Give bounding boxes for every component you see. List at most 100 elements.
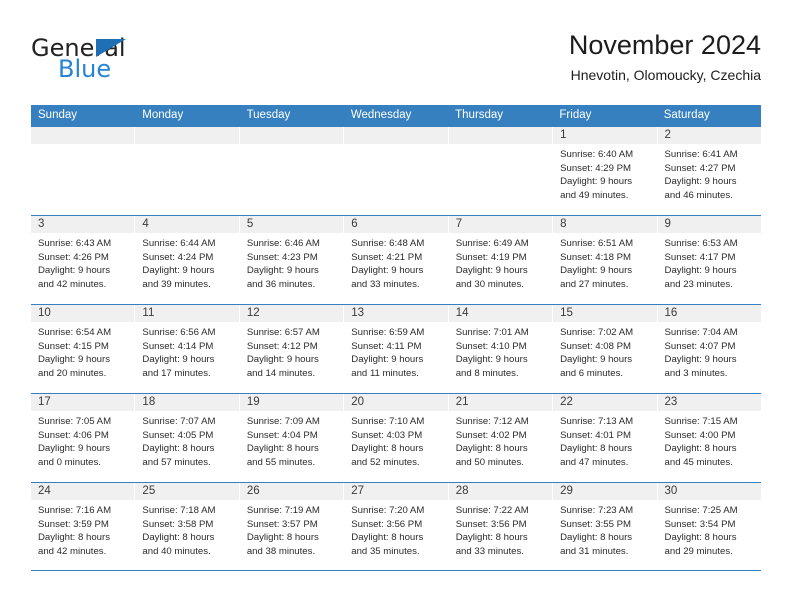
- day-sun-info: Sunrise: 6:53 AM Sunset: 4:17 PM Dayligh…: [664, 238, 738, 290]
- calendar-week-row: 1 Sunrise: 6:40 AM Sunset: 4:29 PM Daylig…: [31, 126, 761, 215]
- weekday-header-row: Sunday Monday Tuesday Wednesday Thursday Frid…: [31, 105, 761, 126]
- day-sun-info: Sunrise: 7:04 AM Sunset: 4:07 PM Dayligh…: [664, 327, 738, 379]
- day-sun-info: Sunrise: 7:23 AM Sunset: 3:55 PM Dayligh…: [560, 505, 634, 557]
- calendar-page: General Blue November 2024 Hnevotin, Olo…: [0, 0, 792, 612]
- title-block: November 2024 Hnevotin, Olomoucky, Czech…: [569, 28, 761, 86]
- day-sun-info: Sunrise: 7:10 AM Sunset: 4:03 PM Dayligh…: [351, 416, 425, 468]
- calendar-day-cell-empty: [135, 127, 240, 215]
- calendar-day-cell[interactable]: 29 Sunrise: 7:23 AM Sunset: 3:55 PM Dayli…: [553, 483, 658, 570]
- day-sun-info: Sunrise: 6:49 AM Sunset: 4:19 PM Dayligh…: [455, 238, 529, 290]
- day-sun-info: Sunrise: 6:46 AM Sunset: 4:23 PM Dayligh…: [246, 238, 320, 290]
- calendar-day-cell[interactable]: 21 Sunrise: 7:12 AM Sunset: 4:02 PM Dayli…: [448, 394, 554, 482]
- day-sun-info: Sunrise: 7:02 AM Sunset: 4:08 PM Dayligh…: [560, 327, 634, 379]
- day-number: 24: [31, 483, 135, 500]
- calendar-body: 1 Sunrise: 6:40 AM Sunset: 4:29 PM Daylig…: [31, 126, 761, 571]
- calendar-day-cell[interactable]: 28 Sunrise: 7:22 AM Sunset: 3:56 PM Dayli…: [448, 483, 554, 570]
- day-number: 18: [135, 394, 239, 411]
- calendar-day-cell[interactable]: 30 Sunrise: 7:25 AM Sunset: 3:54 PM Dayli…: [657, 483, 761, 570]
- day-number: 13: [344, 305, 448, 322]
- calendar-day-cell[interactable]: 3 Sunrise: 6:43 AM Sunset: 4:26 PM Daylig…: [31, 216, 136, 304]
- calendar-day-cell[interactable]: 24 Sunrise: 7:16 AM Sunset: 3:59 PM Dayli…: [31, 483, 136, 570]
- day-sun-info: [135, 144, 238, 148]
- calendar-day-cell[interactable]: 26 Sunrise: 7:19 AM Sunset: 3:57 PM Dayli…: [239, 483, 345, 570]
- day-sun-info: [344, 144, 447, 148]
- calendar-day-cell[interactable]: 23 Sunrise: 7:15 AM Sunset: 4:00 PM Dayli…: [657, 394, 761, 482]
- calendar-day-cell[interactable]: 22 Sunrise: 7:13 AM Sunset: 4:01 PM Dayli…: [553, 394, 658, 482]
- day-number: 22: [553, 394, 657, 411]
- day-number: [344, 127, 448, 144]
- calendar-day-cell[interactable]: 17 Sunrise: 7:05 AM Sunset: 4:06 PM Dayli…: [31, 394, 136, 482]
- calendar-day-cell-empty: [448, 127, 554, 215]
- calendar-day-cell[interactable]: 2 Sunrise: 6:41 AM Sunset: 4:27 PM Daylig…: [657, 127, 761, 215]
- calendar-day-cell[interactable]: 11 Sunrise: 6:56 AM Sunset: 4:14 PM Dayli…: [135, 305, 240, 393]
- day-number: 16: [657, 305, 761, 322]
- day-sun-info: [449, 144, 552, 148]
- calendar-day-cell-empty: [239, 127, 345, 215]
- day-sun-info: Sunrise: 7:16 AM Sunset: 3:59 PM Dayligh…: [38, 505, 112, 557]
- day-number: 19: [239, 394, 344, 411]
- weekday-header-tuesday: Tuesday: [246, 109, 291, 121]
- weekday-header-sunday: Sunday: [38, 109, 78, 121]
- calendar-day-cell[interactable]: 13 Sunrise: 6:59 AM Sunset: 4:11 PM Dayli…: [344, 305, 449, 393]
- day-number: 5: [239, 216, 344, 233]
- calendar-day-cell[interactable]: 20 Sunrise: 7:10 AM Sunset: 4:03 PM Dayli…: [344, 394, 449, 482]
- day-number: [448, 127, 553, 144]
- calendar-day-cell[interactable]: 12 Sunrise: 6:57 AM Sunset: 4:12 PM Dayli…: [239, 305, 345, 393]
- day-sun-info: Sunrise: 7:15 AM Sunset: 4:00 PM Dayligh…: [664, 416, 738, 468]
- calendar-week-row: 3 Sunrise: 6:43 AM Sunset: 4:26 PM Daylig…: [31, 215, 761, 304]
- day-number: 17: [31, 394, 135, 411]
- calendar-day-cell[interactable]: 15 Sunrise: 7:02 AM Sunset: 4:08 PM Dayli…: [553, 305, 658, 393]
- day-sun-info: Sunrise: 6:48 AM Sunset: 4:21 PM Dayligh…: [351, 238, 425, 290]
- day-number: 4: [135, 216, 239, 233]
- day-sun-info: Sunrise: 7:25 AM Sunset: 3:54 PM Dayligh…: [664, 505, 738, 557]
- day-number: 25: [135, 483, 239, 500]
- day-number: 30: [657, 483, 761, 500]
- calendar-day-cell[interactable]: 5 Sunrise: 6:46 AM Sunset: 4:23 PM Daylig…: [239, 216, 345, 304]
- calendar-day-cell[interactable]: 18 Sunrise: 7:07 AM Sunset: 4:05 PM Dayli…: [135, 394, 240, 482]
- day-number: [135, 127, 239, 144]
- day-number: 14: [448, 305, 553, 322]
- day-number: 27: [344, 483, 448, 500]
- calendar-day-cell[interactable]: 6 Sunrise: 6:48 AM Sunset: 4:21 PM Daylig…: [344, 216, 449, 304]
- day-number: [31, 127, 135, 144]
- calendar-day-cell[interactable]: 14 Sunrise: 7:01 AM Sunset: 4:10 PM Dayli…: [448, 305, 554, 393]
- calendar-day-cell[interactable]: 8 Sunrise: 6:51 AM Sunset: 4:18 PM Daylig…: [553, 216, 658, 304]
- calendar-day-cell[interactable]: 19 Sunrise: 7:09 AM Sunset: 4:04 PM Dayli…: [239, 394, 345, 482]
- calendar-day-cell[interactable]: 27 Sunrise: 7:20 AM Sunset: 3:56 PM Dayli…: [344, 483, 449, 570]
- calendar-week-row: 24 Sunrise: 7:16 AM Sunset: 3:59 PM Dayli…: [31, 482, 761, 571]
- general-blue-logo[interactable]: General Blue: [31, 34, 231, 90]
- day-sun-info: Sunrise: 6:56 AM Sunset: 4:14 PM Dayligh…: [142, 327, 216, 379]
- day-sun-info: Sunrise: 7:07 AM Sunset: 4:05 PM Dayligh…: [142, 416, 216, 468]
- day-sun-info: Sunrise: 6:40 AM Sunset: 4:29 PM Dayligh…: [560, 149, 634, 201]
- day-number: 3: [31, 216, 135, 233]
- calendar-day-cell[interactable]: 1 Sunrise: 6:40 AM Sunset: 4:29 PM Daylig…: [553, 127, 658, 215]
- day-sun-info: [31, 144, 134, 148]
- weekday-header-monday: Monday: [142, 109, 184, 121]
- day-sun-info: Sunrise: 7:18 AM Sunset: 3:58 PM Dayligh…: [142, 505, 216, 557]
- day-number: 7: [448, 216, 553, 233]
- day-number: 1: [553, 127, 657, 144]
- day-number: 11: [135, 305, 239, 322]
- day-number: 9: [657, 216, 761, 233]
- calendar-day-cell[interactable]: 25 Sunrise: 7:18 AM Sunset: 3:58 PM Dayli…: [135, 483, 240, 570]
- calendar-day-cell[interactable]: 16 Sunrise: 7:04 AM Sunset: 4:07 PM Dayli…: [657, 305, 761, 393]
- weekday-header-friday: Friday: [559, 109, 592, 121]
- day-sun-info: [240, 144, 343, 148]
- day-sun-info: Sunrise: 6:57 AM Sunset: 4:12 PM Dayligh…: [246, 327, 320, 379]
- weekday-header-wednesday: Wednesday: [350, 109, 412, 121]
- calendar-day-cell[interactable]: 9 Sunrise: 6:53 AM Sunset: 4:17 PM Daylig…: [657, 216, 761, 304]
- day-sun-info: Sunrise: 7:05 AM Sunset: 4:06 PM Dayligh…: [38, 416, 112, 468]
- calendar-grid: Sunday Monday Tuesday Wednesday Thursday Frid…: [31, 105, 761, 571]
- day-number: 28: [448, 483, 553, 500]
- day-sun-info: Sunrise: 6:41 AM Sunset: 4:27 PM Dayligh…: [664, 149, 738, 201]
- day-number: 20: [344, 394, 448, 411]
- day-number: [239, 127, 344, 144]
- logo-text-blue: Blue: [58, 55, 112, 83]
- day-number: 12: [239, 305, 344, 322]
- calendar-day-cell[interactable]: 4 Sunrise: 6:44 AM Sunset: 4:24 PM Daylig…: [135, 216, 240, 304]
- page-subtitle: Hnevotin, Olomoucky, Czechia: [570, 67, 761, 83]
- calendar-day-cell[interactable]: 7 Sunrise: 6:49 AM Sunset: 4:19 PM Daylig…: [448, 216, 554, 304]
- day-number: 26: [239, 483, 344, 500]
- calendar-day-cell[interactable]: 10 Sunrise: 6:54 AM Sunset: 4:15 PM Dayli…: [31, 305, 136, 393]
- day-number: 23: [657, 394, 761, 411]
